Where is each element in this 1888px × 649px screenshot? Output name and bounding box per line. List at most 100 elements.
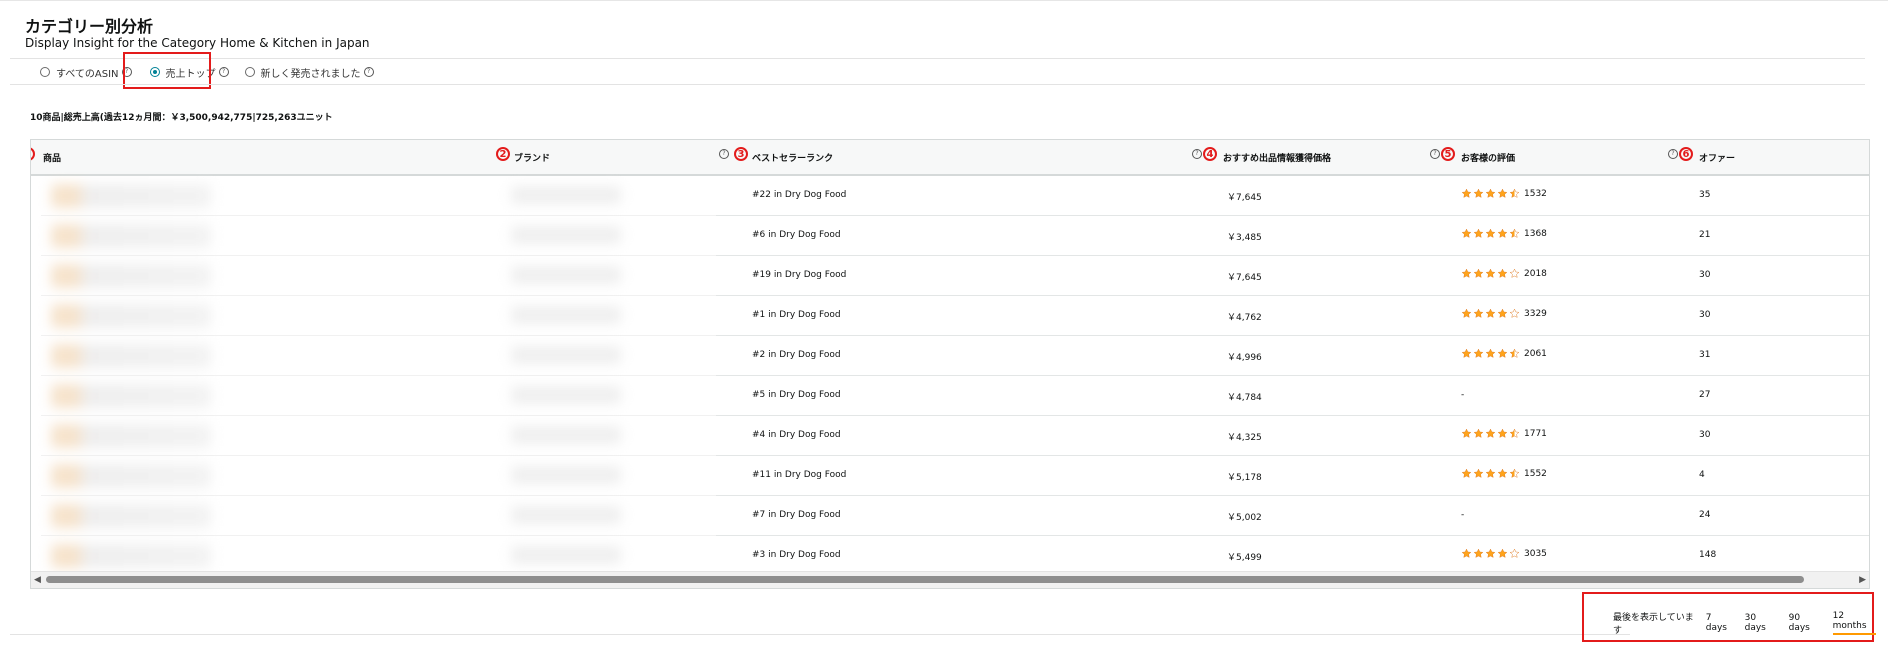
- table-row[interactable]: #3 in Dry Dog Food ￥5,499 3035 148: [31, 536, 1869, 576]
- featured-offer-price: ￥5,002: [1227, 513, 1262, 523]
- time-range-12m[interactable]: 12 months: [1832, 611, 1876, 635]
- bestseller-rank: #19 in Dry Dog Food: [752, 270, 847, 280]
- asin-filter-group: すべてのASIN ? 売上トップ ? 新しく発売されました ?: [40, 62, 388, 82]
- brand-name-blurred: [511, 546, 621, 564]
- star-icon: [1485, 228, 1496, 238]
- product-thumbnail[interactable]: [51, 544, 211, 568]
- horizontal-scrollbar[interactable]: ◀ ▶: [31, 571, 1869, 588]
- table-row[interactable]: #2 in Dry Dog Food ￥4,996 2061 31: [31, 336, 1869, 376]
- product-thumbnail[interactable]: [51, 424, 211, 448]
- featured-offer-price: ￥7,645: [1227, 193, 1262, 203]
- star-icon: [1461, 308, 1472, 318]
- product-thumbnail[interactable]: [51, 224, 211, 248]
- featured-offer-price: ￥7,645: [1227, 273, 1262, 283]
- column-header-product[interactable]: 商品: [43, 151, 61, 164]
- radio-button[interactable]: [40, 67, 50, 77]
- brand-name-blurred: [511, 346, 621, 364]
- help-circle-icon[interactable]: ?: [363, 67, 374, 77]
- star-icon: [1497, 268, 1508, 278]
- summary-text: 10商品|総売上高(過去12ヵ月間：￥3,500,942,775|725,263…: [30, 113, 333, 123]
- divider: [10, 58, 1865, 59]
- scrollbar-thumb[interactable]: [46, 576, 1804, 583]
- table-row[interactable]: #5 in Dry Dog Food ￥4,784 - 27: [31, 376, 1869, 416]
- product-thumbnail[interactable]: [51, 184, 211, 208]
- featured-offer-price: ￥5,178: [1227, 473, 1262, 483]
- offer-count: 30: [1699, 310, 1711, 320]
- star-icon: [1485, 268, 1496, 278]
- featured-offer-price: ￥5,499: [1227, 553, 1262, 563]
- table-row[interactable]: #22 in Dry Dog Food ￥7,645 1532 35: [31, 176, 1869, 216]
- help-circle-icon[interactable]: ?: [1192, 149, 1202, 159]
- star-empty-icon: [1509, 548, 1520, 558]
- review-count: -: [1461, 390, 1465, 400]
- filter-all-asin[interactable]: すべてのASIN ?: [40, 65, 132, 80]
- star-half-icon: [1509, 468, 1520, 478]
- help-circle-icon[interactable]: ?: [719, 149, 729, 159]
- table-row[interactable]: #11 in Dry Dog Food ￥5,178 1552 4: [31, 456, 1869, 496]
- table-row[interactable]: #4 in Dry Dog Food ￥4,325 1771 30: [31, 416, 1869, 456]
- time-range-selector: 最後を表示しています 7 days 30 days 90 days 12 mon…: [1613, 610, 1888, 636]
- offer-count: 24: [1699, 510, 1711, 520]
- product-thumbnail[interactable]: [51, 464, 211, 488]
- star-icon: [1461, 348, 1472, 358]
- offer-count: 4: [1699, 470, 1705, 480]
- column-header-brand[interactable]: ブランド: [514, 151, 550, 164]
- time-range-7d[interactable]: 7 days: [1706, 613, 1733, 633]
- column-header-offers[interactable]: オファー: [1699, 151, 1735, 164]
- star-icon: [1485, 348, 1496, 358]
- star-empty-icon: [1509, 268, 1520, 278]
- star-icon: [1473, 548, 1484, 558]
- star-icon: [1485, 428, 1496, 438]
- star-icon: [1473, 228, 1484, 238]
- rating-stars: 2061: [1461, 348, 1547, 359]
- table-row[interactable]: #7 in Dry Dog Food ￥5,002 - 24: [31, 496, 1869, 536]
- product-thumbnail[interactable]: [51, 504, 211, 528]
- offer-count: 30: [1699, 270, 1711, 280]
- star-icon: [1497, 188, 1508, 198]
- review-count: 2061: [1524, 348, 1547, 359]
- star-icon: [1461, 468, 1472, 478]
- review-count: 1368: [1524, 228, 1547, 239]
- table-row[interactable]: #6 in Dry Dog Food ￥3,485 1368 21: [31, 216, 1869, 256]
- review-count: -: [1461, 510, 1465, 520]
- product-thumbnail[interactable]: [51, 264, 211, 288]
- arrow-right-icon[interactable]: ▶: [1859, 575, 1866, 585]
- help-circle-icon[interactable]: ?: [218, 67, 229, 77]
- offer-count: 21: [1699, 230, 1711, 240]
- star-icon: [1473, 308, 1484, 318]
- table-row[interactable]: #1 in Dry Dog Food ￥4,762 3329 30: [31, 296, 1869, 336]
- help-circle-icon[interactable]: ?: [1430, 149, 1440, 159]
- radio-button[interactable]: [244, 67, 255, 77]
- filter-new-release[interactable]: 新しく発売されました ?: [244, 65, 374, 80]
- star-icon: [1461, 548, 1472, 558]
- product-thumbnail[interactable]: [51, 344, 211, 368]
- column-marker: 5: [1441, 147, 1455, 161]
- star-half-icon: [1509, 188, 1520, 198]
- offer-count: 27: [1699, 390, 1711, 400]
- column-header-customer-rating[interactable]: お客様の評価: [1461, 151, 1515, 164]
- column-header-bestseller-rank[interactable]: ベストセラーランク: [752, 151, 833, 164]
- time-range-90d[interactable]: 90 days: [1789, 613, 1821, 633]
- filter-label: すべてのASIN: [56, 68, 119, 80]
- column-header-featured-offer-price[interactable]: おすすめ出品情報獲得価格: [1223, 151, 1331, 164]
- review-count: 2018: [1524, 268, 1547, 279]
- product-thumbnail[interactable]: [51, 384, 211, 408]
- help-circle-icon[interactable]: ?: [1668, 149, 1678, 159]
- product-thumbnail[interactable]: [51, 304, 211, 328]
- time-range-label: 最後を表示しています: [1613, 613, 1694, 636]
- star-icon: [1461, 428, 1472, 438]
- bestseller-rank: #6 in Dry Dog Food: [752, 230, 841, 240]
- star-icon: [1497, 308, 1508, 318]
- column-marker: 6: [1679, 147, 1693, 161]
- top-divider: [0, 0, 1888, 1]
- review-count: 3035: [1524, 548, 1547, 559]
- arrow-left-icon[interactable]: ◀: [34, 575, 41, 585]
- review-count: 1532: [1524, 188, 1547, 199]
- table-row[interactable]: #19 in Dry Dog Food ￥7,645 2018 30: [31, 256, 1869, 296]
- rating-stars: 1771: [1461, 428, 1547, 439]
- rating-stars: 1552: [1461, 468, 1547, 479]
- brand-name-blurred: [511, 466, 621, 484]
- time-range-30d[interactable]: 30 days: [1745, 613, 1777, 633]
- featured-offer-price: ￥4,762: [1227, 313, 1262, 323]
- table-header: 1 商品 2 ブランド ? 3 ベストセラーランク ? 4 おすすめ出品情報獲得…: [31, 140, 1869, 176]
